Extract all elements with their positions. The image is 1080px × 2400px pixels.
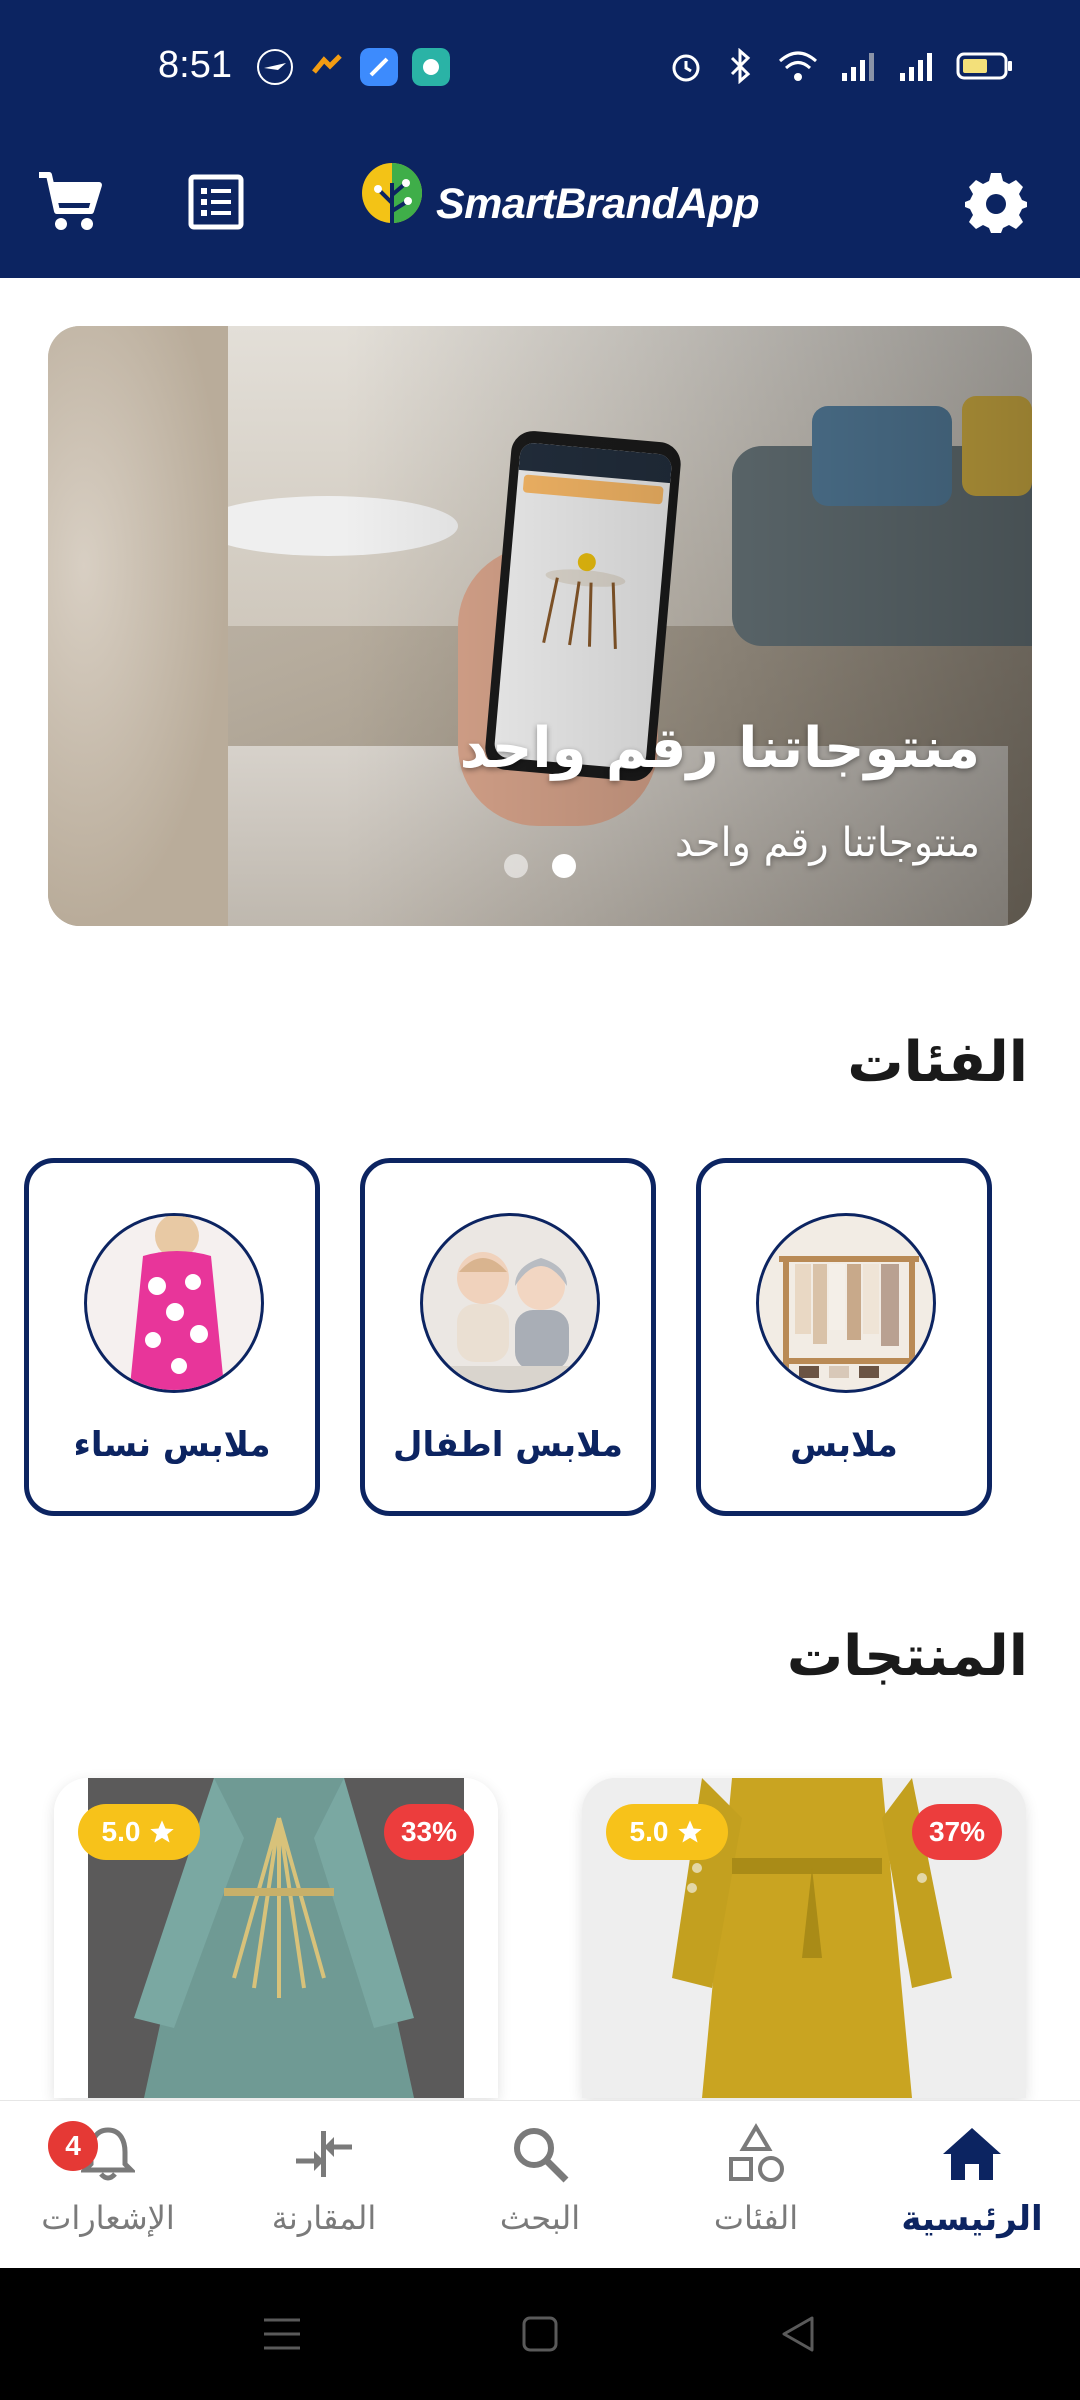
rating-badge: 5.0 [78,1804,200,1860]
brand-logo: SmartBrandApp [356,148,760,260]
orders-icon[interactable] [176,162,256,242]
category-label: ملابس نساء [73,1425,271,1465]
cart-icon[interactable] [30,162,110,242]
rating-value: 5.0 [101,1816,141,1847]
home-icon [937,2119,1007,2189]
rating-value: 5.0 [629,1816,669,1847]
category-image [84,1213,264,1393]
product-card-2[interactable]: 5.0 33% [54,1778,498,2098]
carousel-indicator [504,854,576,878]
system-navigation-bar [0,2268,1080,2400]
category-image [420,1213,600,1393]
search-icon [505,2119,575,2189]
categories-title: الفئات [847,1030,1028,1095]
category-card-clothes[interactable]: ملابس [696,1158,992,1516]
star-icon [678,1820,703,1843]
signal-icon-1 [842,53,874,81]
banner-title: منتوجاتنا رقم واحد [459,716,980,781]
signal-icon-2 [900,53,932,81]
battery-icon [956,52,1012,80]
category-label: ملابس [790,1425,898,1465]
system-status-icons [668,48,1014,84]
nav-label: الإشعارات [41,2199,175,2237]
bottom-navigation: الرئيسية الفئات البحث المقارنة الإشعارات [0,2100,1080,2268]
discount-badge: 33% [384,1804,474,1860]
heart-app-icon [312,54,342,74]
home-button-icon[interactable] [510,2308,570,2360]
back-icon[interactable] [768,2308,828,2360]
carousel-dot-1[interactable] [504,854,528,878]
plane-app-icon [257,49,293,85]
nav-compare[interactable]: المقارنة [224,2119,424,2259]
category-label: ملابس اطفال [393,1425,623,1465]
status-time: 8:51 [158,44,232,86]
discount-badge: 37% [912,1804,1002,1860]
carousel-dot-2[interactable] [552,854,576,878]
nav-home[interactable]: الرئيسية [872,2119,1072,2259]
alarm-icon [672,54,700,82]
products-title: المنتجات [786,1624,1028,1689]
brand-tree-icon [362,163,422,243]
nav-label: الفئات [713,2199,799,2237]
banner-subtitle: منتوجاتنا رقم واحد [674,820,980,866]
category-card-womens-clothes[interactable]: ملابس نساء [24,1158,320,1516]
brand-name: SmartBrandApp [436,179,760,228]
app-screen: 8:51 SmartBrandApp منتوجاتنا رقم واحد من… [0,0,1080,2400]
wifi-icon [779,51,817,81]
category-card-kids-clothes[interactable]: ملابس اطفال [360,1158,656,1516]
categories-icon [721,2119,791,2189]
nav-label: المقارنة [271,2199,377,2237]
compare-icon [289,2119,359,2189]
notification-icons [256,48,450,86]
product-card-1[interactable]: 5.0 37% [582,1778,1026,2098]
notification-count-badge: 4 [48,2121,98,2171]
nav-categories[interactable]: الفئات [656,2119,856,2259]
nav-notifications[interactable]: الإشعارات 4 [8,2119,208,2259]
nav-search[interactable]: البحث [440,2119,640,2259]
bluetooth-icon [730,48,751,84]
category-image [756,1213,936,1393]
nav-label: البحث [499,2199,581,2237]
star-icon [150,1820,175,1843]
teal-app-icon [412,48,450,86]
promo-banner[interactable]: منتوجاتنا رقم واحد منتوجاتنا رقم واحد [48,326,1032,926]
app-header: SmartBrandApp [0,130,1080,278]
rating-badge: 5.0 [606,1804,728,1860]
settings-icon[interactable] [956,162,1036,242]
blue-app-icon [360,48,398,86]
recent-apps-icon[interactable] [252,2308,312,2360]
status-bar: 8:51 [0,0,1080,130]
nav-label: الرئيسية [901,2199,1043,2239]
